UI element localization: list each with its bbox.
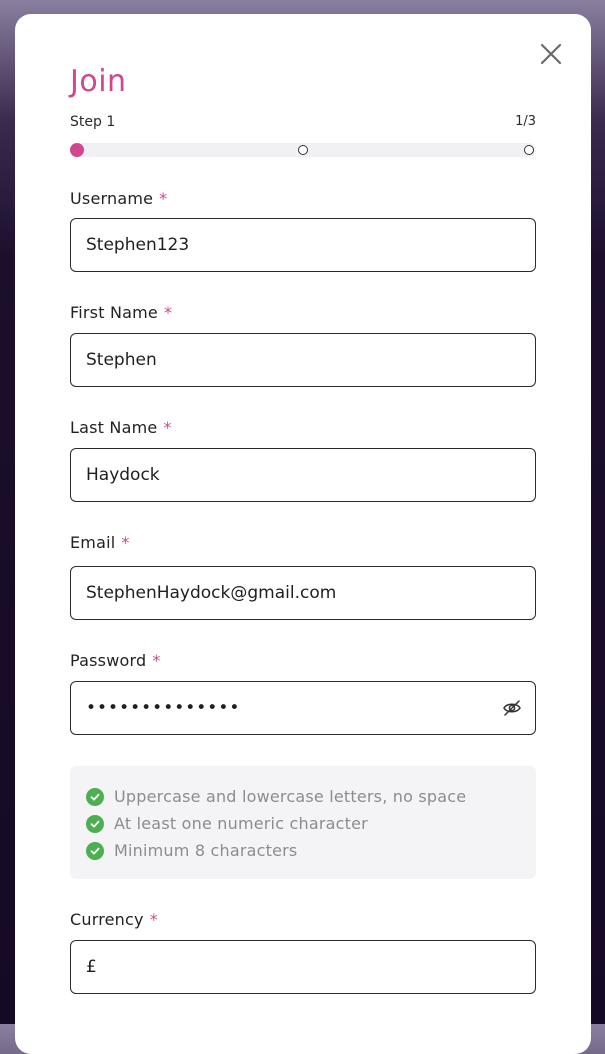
password-rule-text: At least one numeric character	[114, 814, 368, 833]
first-name-label: First Name *	[70, 303, 172, 322]
first-name-input[interactable]	[70, 333, 536, 387]
progress-step-1	[70, 143, 84, 157]
password-rule: Uppercase and lowercase letters, no spac…	[86, 783, 520, 810]
step-count: 1/3	[515, 114, 536, 129]
first-name-label-text: First Name	[70, 303, 158, 322]
password-input[interactable]	[70, 681, 536, 735]
last-name-label: Last Name *	[70, 418, 172, 437]
username-label: Username *	[70, 189, 167, 208]
progress-step-2	[298, 145, 308, 155]
password-rule-text: Minimum 8 characters	[114, 841, 298, 860]
password-field	[70, 681, 536, 735]
required-marker: *	[149, 910, 158, 929]
email-label: Email *	[70, 533, 130, 552]
required-marker: *	[121, 533, 130, 552]
required-marker: *	[152, 651, 161, 670]
close-icon[interactable]	[538, 41, 564, 67]
eye-off-icon[interactable]	[502, 698, 522, 718]
required-marker: *	[163, 418, 172, 437]
currency-label-text: Currency	[70, 910, 144, 929]
step-indicator: Step 1 1/3	[70, 114, 536, 132]
check-circle-icon	[86, 787, 104, 806]
username-label-text: Username	[70, 189, 154, 208]
password-label-text: Password	[70, 651, 147, 670]
password-rule: Minimum 8 characters	[86, 837, 520, 864]
password-requirements: Uppercase and lowercase letters, no spac…	[70, 766, 536, 879]
required-marker: *	[159, 189, 168, 208]
close-button[interactable]	[538, 41, 564, 67]
last-name-input[interactable]	[70, 448, 536, 502]
check-circle-icon	[86, 841, 104, 860]
step-progress-bar	[70, 143, 536, 157]
username-input[interactable]	[70, 218, 536, 272]
join-modal: Join Step 1 1/3 Username * First Name * La…	[15, 14, 591, 1054]
required-marker: *	[163, 303, 173, 322]
currency-input[interactable]	[70, 940, 536, 994]
email-label-text: Email	[70, 533, 116, 552]
progress-step-3	[524, 145, 534, 155]
toggle-password-visibility-button[interactable]	[502, 698, 522, 718]
check-circle-icon	[86, 814, 104, 833]
password-label: Password *	[70, 651, 161, 670]
email-input[interactable]	[70, 566, 536, 620]
password-rule-text: Uppercase and lowercase letters, no spac…	[114, 787, 467, 806]
page-title: Join	[70, 64, 127, 99]
last-name-label-text: Last Name	[70, 418, 158, 437]
step-label: Step 1	[70, 114, 116, 130]
password-rule: At least one numeric character	[86, 810, 520, 837]
currency-label: Currency *	[70, 910, 158, 929]
